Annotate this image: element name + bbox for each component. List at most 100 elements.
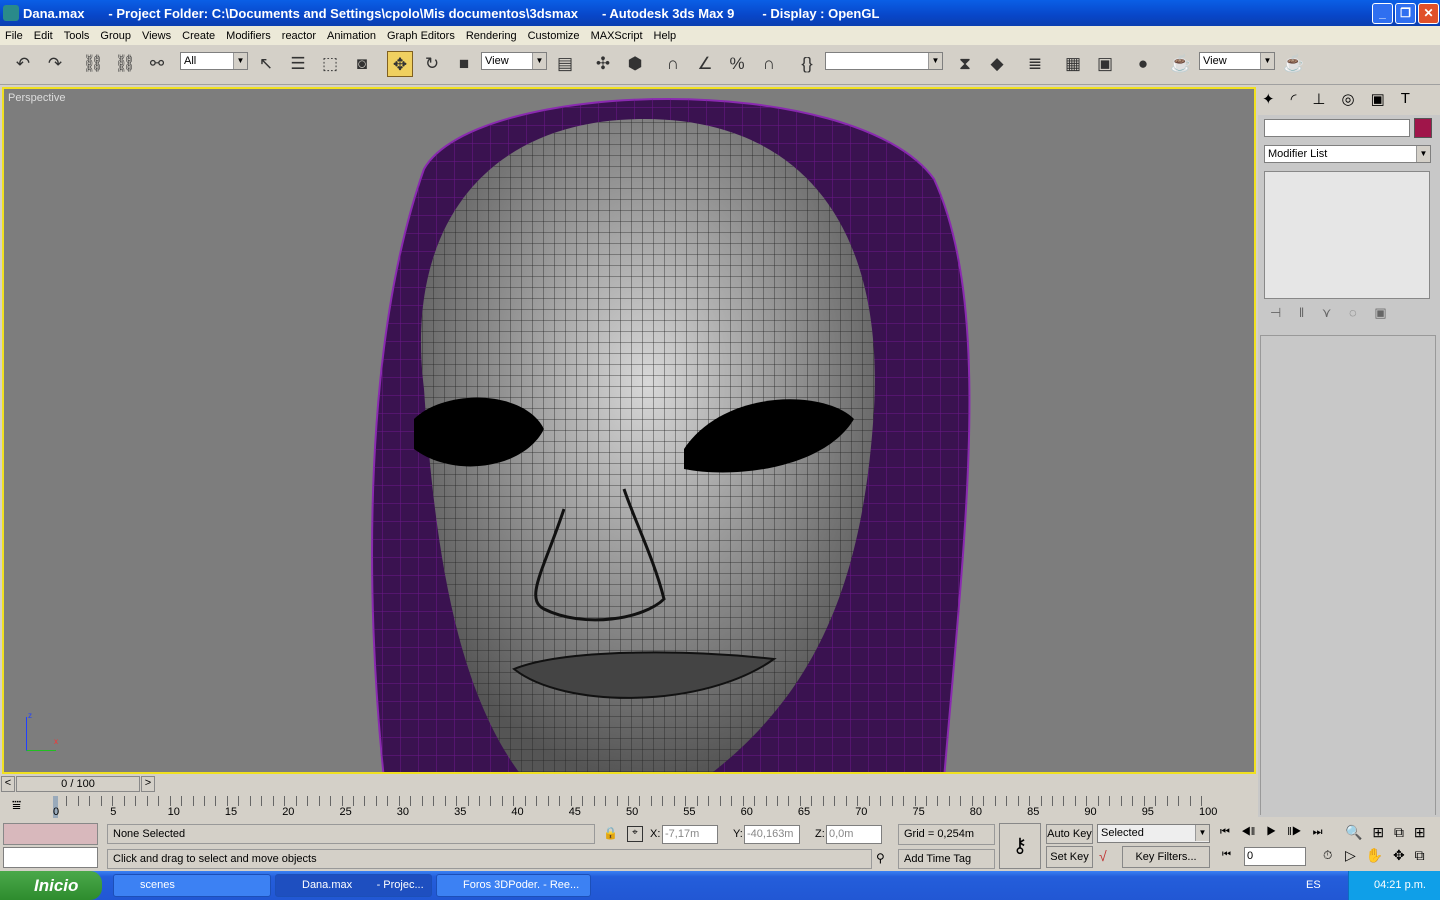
keyboard-shortcut-icon[interactable]: ⬢ [622,51,648,77]
hierarchy-tab-icon[interactable]: ⊥ [1312,90,1325,112]
key-mode-dropdown[interactable]: Selected ▼ [1097,824,1210,843]
select-icon[interactable]: ↖ [253,51,279,77]
object-name-field[interactable] [1264,119,1410,137]
minimize-button[interactable]: _ [1372,3,1393,24]
curve-editor-icon[interactable]: ▦ [1060,51,1086,77]
window-crossing-icon[interactable]: ◙ [349,51,375,77]
menu-animation[interactable]: Animation [322,30,382,42]
task-dana-max[interactable]: Dana.max - Projec... [275,874,432,897]
viewport-label[interactable]: Perspective [8,92,65,104]
task-firefox[interactable]: Foros 3DPoder. - Ree... [436,874,591,897]
menu-help[interactable]: Help [649,30,683,42]
percent-snap-icon[interactable]: % [724,51,750,77]
render-scene-icon[interactable]: ☕ [1168,51,1194,77]
viewport-nav-row1[interactable]: 🔍 ⊞ ⧉ ⊞ [1345,824,1426,841]
menu-group[interactable]: Group [95,30,137,42]
maxscript-listener-mini[interactable] [3,823,98,845]
playback-controls[interactable]: ⏮ ◀‖ ▶ ‖▶ ⏭ [1220,826,1323,839]
close-button[interactable]: ✕ [1418,3,1439,24]
redo-icon[interactable]: ↷ [42,51,68,77]
menu-maxscript[interactable]: MAXScript [586,30,649,42]
material-editor-icon[interactable]: ● [1130,51,1156,77]
auto-key-button[interactable]: Auto Key [1046,824,1093,844]
lock-icon[interactable]: 🔒 [603,826,618,840]
timeline-tick [100,796,102,806]
ref-coord-dropdown[interactable]: View ▼ [481,52,547,70]
time-tag-icon[interactable]: ⚲ [876,851,885,865]
stack-buttons[interactable]: ⊣ ‖ ⋎ ◌ ▣ [1270,305,1387,321]
select-move-icon[interactable]: ✥ [387,51,413,77]
timeline-tick [1063,796,1065,806]
start-button[interactable]: Inicio [0,871,102,900]
task-scenes[interactable]: scenes [113,874,271,897]
prev-frame-button[interactable]: < [1,776,15,792]
timeline-tick [1201,796,1202,806]
open-mini-curve-editor-icon[interactable]: ⩸ [12,797,21,814]
menu-file[interactable]: File [0,30,29,42]
set-key-big-button[interactable]: ⚷ [999,823,1041,869]
menu-customize[interactable]: Customize [523,30,586,42]
time-slider-thumb[interactable]: 0 / 100 [16,776,140,792]
timeline-tick [89,796,91,806]
menu-graph-editors[interactable]: Graph Editors [382,30,461,42]
modifier-list-dropdown[interactable]: Modifier List ▼ [1264,145,1431,163]
bind-spacewarp-icon[interactable]: ⚯ [144,51,170,77]
undo-icon[interactable]: ↶ [10,51,36,77]
menu-edit[interactable]: Edit [29,30,59,42]
menu-views[interactable]: Views [137,30,177,42]
language-indicator[interactable]: ES [1306,879,1321,891]
menu-create[interactable]: Create [177,30,221,42]
render-view-dropdown[interactable]: View ▼ [1199,52,1275,70]
rect-selection-icon[interactable]: ⬚ [317,51,343,77]
z-coordinate-field[interactable]: 0,0m [826,825,882,844]
select-scale-icon[interactable]: ■ [451,51,477,77]
align-icon[interactable]: ◆ [984,51,1010,77]
create-tab-icon[interactable]: ✦ [1262,90,1275,112]
key-mode-toggle-icon[interactable]: ⏮ [1222,849,1231,860]
named-selection-dropdown[interactable]: ▼ [825,52,943,70]
restore-button[interactable]: ❐ [1395,3,1416,24]
menu-tools[interactable]: Tools [59,30,96,42]
menu-reactor[interactable]: reactor [277,30,322,42]
motion-tab-icon[interactable]: ◎ [1341,90,1354,112]
track-bar[interactable]: ⩸ 0 5 10 15 20 25 30 35 40 45 50 55 60 65 70 75 80 85 90 95… [0,793,1217,821]
link-icon[interactable]: ⛓ [80,51,106,77]
select-rotate-icon[interactable]: ↻ [419,51,445,77]
set-key-button[interactable]: Set Key [1046,846,1093,868]
modifier-stack[interactable] [1264,171,1430,299]
viewport-nav-row2[interactable]: ▷ ✋ ✥ ⧉ [1345,847,1425,864]
absolute-mode-icon[interactable]: ⌖ [627,826,643,842]
timeline-tick [330,796,332,806]
layer-manager-icon[interactable]: ≣ [1022,51,1048,77]
chevron-down-icon: ▼ [928,53,942,69]
snap-3d-icon[interactable]: ∩ [660,51,686,77]
select-by-name-icon[interactable]: ☰ [285,51,311,77]
display-tab-icon[interactable]: ▣ [1371,90,1385,112]
key-filters-button[interactable]: Key Filters... [1122,846,1210,868]
manipulate-icon[interactable]: ✣ [590,51,616,77]
selection-filter-dropdown[interactable]: All ▼ [180,52,248,70]
utilities-tab-icon[interactable]: T [1401,90,1410,112]
timeline-tick [971,796,973,806]
current-frame-field[interactable]: 0 [1244,847,1306,866]
mirror-icon[interactable]: ⧗ [952,51,978,77]
object-color-swatch[interactable] [1414,118,1432,138]
modify-tab-icon[interactable]: ◜ [1291,90,1297,112]
y-coordinate-field[interactable]: -40,163m [744,825,800,844]
unlink-icon[interactable]: ⛓ [112,51,138,77]
perspective-viewport[interactable]: Perspective z x [2,87,1256,774]
spinner-snap-icon[interactable]: ∩ [756,51,782,77]
edit-named-sel-icon[interactable]: {} [794,51,820,77]
x-coordinate-field[interactable]: -7,17m [662,825,718,844]
next-frame-button[interactable]: > [141,776,155,792]
menu-modifiers[interactable]: Modifiers [221,30,277,42]
quick-render-icon[interactable]: ☕ [1281,51,1307,77]
default-tangents-icon[interactable]: √ [1099,848,1107,864]
schematic-view-icon[interactable]: ▣ [1092,51,1118,77]
add-time-tag-button[interactable]: Add Time Tag [898,849,995,869]
time-config-icon[interactable]: ⏱ [1323,848,1332,863]
maxscript-input[interactable] [3,847,98,868]
pivot-icon[interactable]: ▤ [552,51,578,77]
angle-snap-icon[interactable]: ∠ [692,51,718,77]
menu-rendering[interactable]: Rendering [461,30,523,42]
